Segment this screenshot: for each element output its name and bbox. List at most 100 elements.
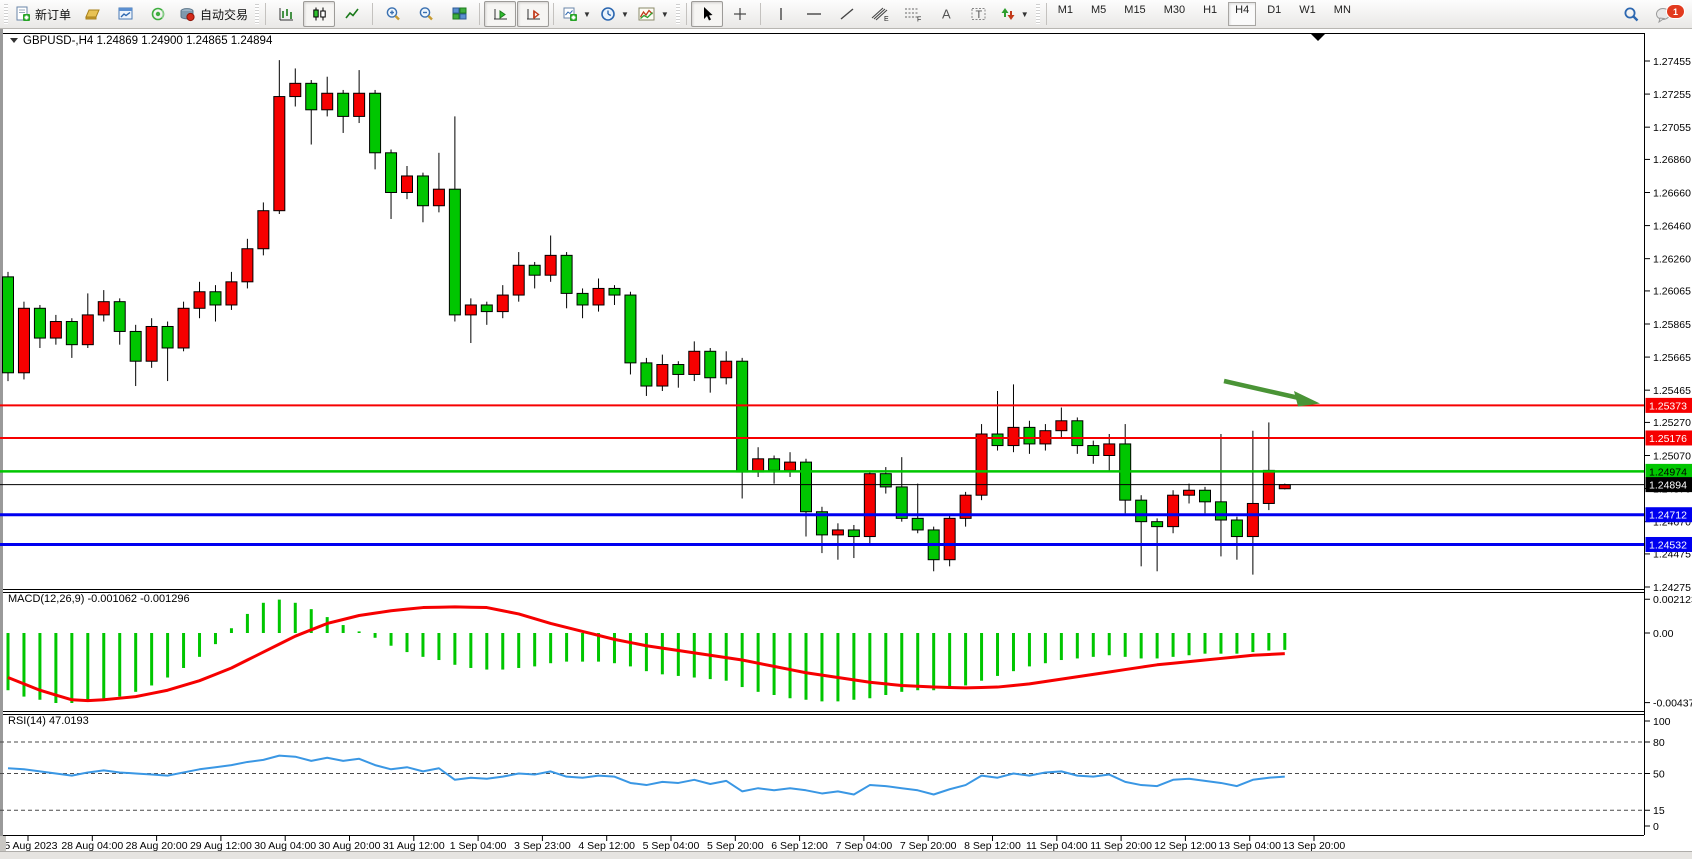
toolbar-grip[interactable] [676, 4, 680, 24]
price-tag-label: 1.25176 [1649, 433, 1687, 445]
horizontal-line-icon [805, 6, 823, 22]
candle [545, 236, 556, 282]
zoom-in-button[interactable] [377, 1, 409, 27]
timeframe-H1[interactable]: H1 [1196, 2, 1224, 26]
timeframe-M30[interactable]: M30 [1157, 2, 1192, 26]
profiles-icon [84, 6, 101, 22]
equidistant-channel-tool-button[interactable]: E [864, 1, 896, 27]
candle [34, 305, 45, 348]
toolbar-grip[interactable] [255, 4, 259, 24]
timeframe-H4[interactable]: H4 [1228, 2, 1256, 26]
collapse-triangle-icon[interactable] [10, 38, 18, 43]
candle [689, 341, 700, 381]
autotrading-button[interactable]: 自动交易 [175, 1, 252, 27]
templates-button[interactable]: ▼ [634, 1, 673, 27]
rsi-tick-label: 100 [1653, 716, 1671, 728]
candle [50, 315, 61, 345]
toolbar-grip[interactable] [1036, 4, 1040, 24]
timeframe-D1[interactable]: D1 [1260, 2, 1288, 26]
trend-arrow-annotation [1224, 381, 1299, 398]
candle [417, 173, 428, 223]
tile-windows-button[interactable] [443, 1, 475, 27]
timeframe-M15[interactable]: M15 [1117, 2, 1152, 26]
fibonacci-icon: F [903, 6, 923, 22]
timeframe-M5[interactable]: M5 [1084, 2, 1113, 26]
candle [529, 262, 540, 288]
price-tick-label: 1.26260 [1653, 253, 1691, 265]
new-chart-button[interactable]: ▼ [558, 1, 595, 27]
candle [1215, 434, 1226, 556]
chart-canvas[interactable]: GBPUSD-,H4 1.24869 1.24900 1.24865 1.248… [0, 29, 1692, 852]
candle [370, 90, 381, 169]
candlestick-icon [311, 6, 328, 22]
candle [944, 515, 955, 566]
search-button[interactable] [1615, 1, 1647, 27]
market-watch-button[interactable] [109, 1, 141, 27]
price-tag-label: 1.24974 [1649, 466, 1687, 478]
rsi-line [8, 756, 1285, 795]
chart-shift-button[interactable] [517, 1, 549, 27]
toolbar-grip[interactable] [4, 4, 8, 24]
price-tick-label: 1.24275 [1653, 582, 1691, 594]
autotrading-icon [179, 6, 196, 22]
timeframe-W1[interactable]: W1 [1292, 2, 1323, 26]
text-tool-button[interactable]: A [930, 1, 962, 27]
candle [896, 457, 907, 522]
candle [465, 298, 476, 343]
price-tick-label: 1.25665 [1653, 352, 1691, 364]
candle [1136, 495, 1147, 566]
rsi-tick-label: 50 [1653, 768, 1665, 780]
autotrading-label: 自动交易 [200, 6, 248, 23]
main-toolbar: 新订单 自动交易 [0, 0, 1692, 29]
timeframe-group: M1M5M15M30H1H4D1W1MN [1051, 2, 1358, 26]
cursor-tool-button[interactable] [691, 1, 723, 27]
rsi-tick-label: 15 [1653, 805, 1665, 817]
candle [609, 285, 620, 305]
crosshair-tool-button[interactable] [724, 1, 756, 27]
notifications-button[interactable]: 1 [1648, 1, 1680, 27]
trendline-tool-button[interactable] [831, 1, 863, 27]
zoom-in-icon [385, 6, 402, 22]
candle [992, 391, 1003, 451]
arrows-tool-button[interactable]: ▼ [996, 1, 1033, 27]
chart-window: GBPUSD-,H4 1.24869 1.24900 1.24865 1.248… [0, 29, 1692, 852]
candle [721, 351, 732, 384]
candle [1168, 490, 1179, 533]
candle [593, 279, 604, 312]
timeframe-M1[interactable]: M1 [1051, 2, 1080, 26]
price-tick-label: 1.26860 [1653, 154, 1691, 166]
chart-shift-marker[interactable] [1311, 34, 1325, 41]
candle [322, 77, 333, 117]
new-order-button[interactable]: 新订单 [11, 1, 75, 27]
candle [290, 68, 301, 106]
candle [3, 272, 14, 381]
profiles-button[interactable] [76, 1, 108, 27]
vertical-line-tool-button[interactable] [765, 1, 797, 27]
bar-chart-mode-button[interactable] [270, 1, 302, 27]
price-tick-label: 1.25865 [1653, 319, 1691, 331]
price-tick-label: 1.25465 [1653, 385, 1691, 397]
horizontal-line-tool-button[interactable] [798, 1, 830, 27]
chevron-down-icon: ▼ [1021, 10, 1029, 19]
auto-scroll-button[interactable] [484, 1, 516, 27]
candle [386, 149, 397, 218]
price-tick-label: 1.25070 [1653, 450, 1691, 462]
candle [1263, 422, 1274, 510]
candle [577, 288, 588, 318]
alerts-button[interactable] [142, 1, 174, 27]
candle [1247, 431, 1258, 575]
new-order-icon [15, 6, 31, 22]
candlestick-mode-button[interactable] [303, 1, 335, 27]
svg-text:T: T [975, 9, 982, 21]
periods-button[interactable]: ▼ [596, 1, 633, 27]
zoom-out-button[interactable] [410, 1, 442, 27]
candle [1200, 487, 1211, 513]
fibonacci-tool-button[interactable]: F [897, 1, 929, 27]
text-label-tool-button[interactable]: T [963, 1, 995, 27]
line-chart-mode-button[interactable] [336, 1, 368, 27]
price-tag-label: 1.25373 [1649, 400, 1687, 412]
chart-shift-icon [525, 6, 542, 22]
timeframe-MN[interactable]: MN [1327, 2, 1358, 26]
tile-windows-icon [451, 6, 468, 22]
candle [449, 116, 460, 321]
